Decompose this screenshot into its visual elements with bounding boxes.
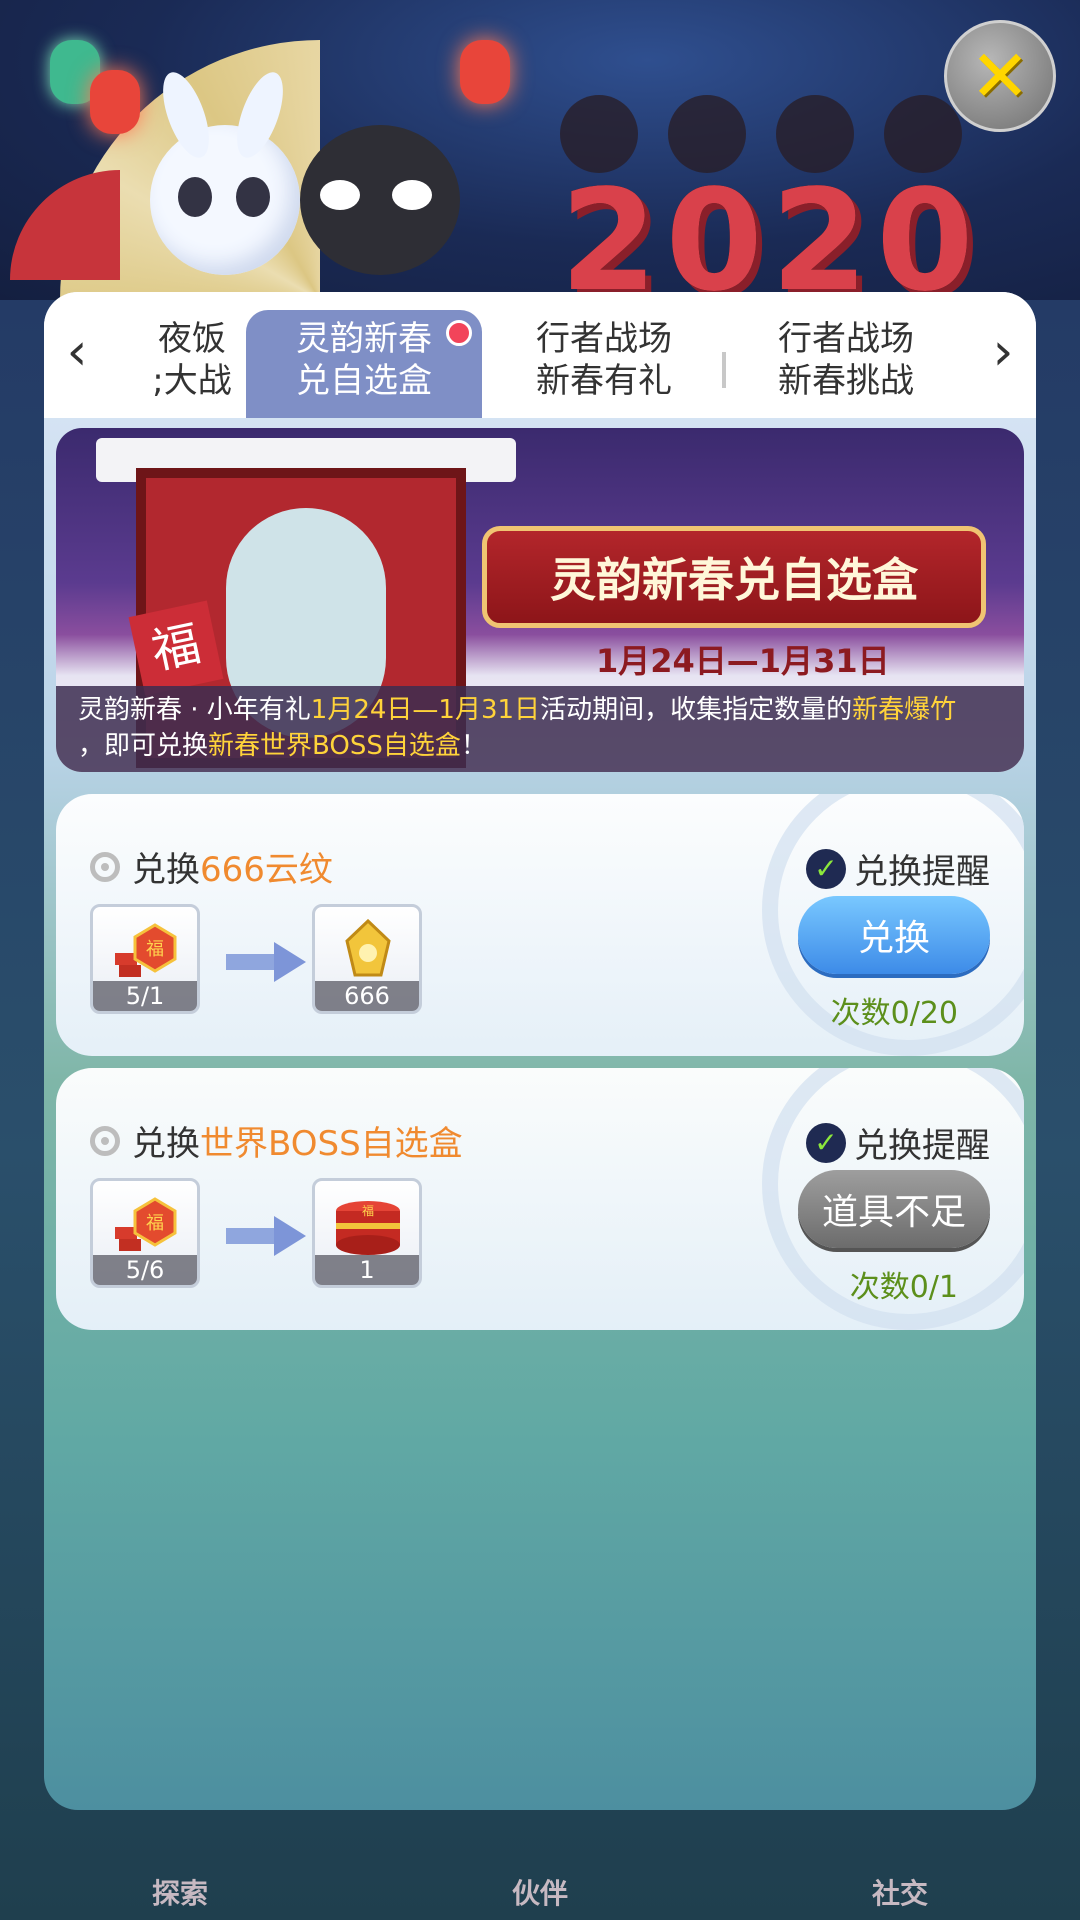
tab-label-line2: 新春挑战 [778, 361, 914, 401]
nav-social[interactable]: 社交 [820, 1872, 980, 1912]
desc-text: ！ [460, 731, 487, 761]
golden-cloud-pattern-icon [345, 919, 391, 977]
event-banner: 福 灵韵新春兑自选盒 1月24日—1月31日 灵韵新春 · 小年有礼1月24日—… [56, 428, 1024, 772]
tab-label-line2: 新春有礼 [536, 361, 672, 401]
cost-item-slot[interactable]: 福 5/6 [90, 1178, 200, 1288]
lantern-icon [90, 70, 140, 134]
banner-description: 灵韵新春 · 小年有礼1月24日—1月31日活动期间，收集指定数量的新春爆竹 ，即… [56, 686, 1024, 772]
tab-battlefield-gift[interactable]: 行者战场 新春有礼 [486, 310, 722, 418]
svg-text:福: 福 [362, 1203, 374, 1218]
exchange-title: 兑换 666云纹 [90, 842, 333, 891]
fu-sign: 福 [128, 600, 224, 696]
desc-text: 灵韵新春 · 小年有礼 [78, 695, 311, 725]
cost-item-slot[interactable]: 福 5/1 [90, 904, 200, 1014]
item-count: 666 [315, 981, 419, 1011]
exchange-reminder-toggle[interactable]: ✓ 兑换提醒 [806, 844, 990, 893]
checkmark-icon: ✓ [806, 1122, 846, 1163]
exchange-times: 次数0/20 [830, 996, 958, 1031]
white-rabbit-mascot [150, 66, 300, 275]
reward-item-slot[interactable]: 666 [312, 904, 422, 1014]
tab-lingyun-exchange[interactable]: 灵韵新春 兑自选盒 [246, 310, 482, 418]
close-button[interactable]: ✕ [944, 20, 1056, 132]
reward-item-slot[interactable]: 福 1 [312, 1178, 422, 1288]
svg-text:福: 福 [146, 939, 164, 960]
banner-title: 灵韵新春兑自选盒 [550, 553, 918, 607]
svg-text:福: 福 [146, 1213, 164, 1234]
exchange-title-item: 世界BOSS自选盒 [200, 1124, 463, 1164]
exchange-title-item: 666云纹 [200, 850, 333, 890]
year-title: 2020 [560, 160, 982, 300]
arrow-right-icon [226, 942, 306, 982]
tab-label-line1: 行者战场 [778, 319, 914, 359]
exchange-times: 次数0/1 [849, 1270, 958, 1305]
exchange-button[interactable]: 兑换 [798, 896, 990, 974]
firecracker-icon: 福 [115, 923, 177, 977]
arrow-right-icon [226, 1216, 306, 1256]
tab-battlefield-challenge[interactable]: 行者战场 新春挑战 [728, 310, 964, 418]
exchange-title: 兑换 世界BOSS自选盒 [90, 1116, 463, 1165]
tab-next-arrow-icon[interactable]: › [978, 322, 1028, 382]
desc-reward: 新春世界BOSS自选盒 [208, 731, 461, 761]
nav-explore[interactable]: 探索 [100, 1872, 260, 1912]
tab-bar: ‹ 夜饭 ;大战 灵韵新春 兑自选盒 行者战场 新春有礼 行者战场 新春挑战 › [44, 292, 1036, 418]
reminder-label: 兑换提醒 [854, 1126, 990, 1166]
desc-text: 活动期间，收集指定数量的 [540, 695, 853, 725]
item-count: 5/6 [93, 1255, 197, 1285]
banner-title-plaque: 灵韵新春兑自选盒 [482, 526, 986, 628]
desc-item: 新春爆竹 [852, 695, 957, 725]
exchange-reminder-toggle[interactable]: ✓ 兑换提醒 [806, 1118, 990, 1167]
item-count: 5/1 [93, 981, 197, 1011]
firecracker-icon: 福 [115, 1197, 177, 1251]
desc-text: ，即可兑换 [78, 731, 209, 761]
boss-gift-box-icon: 福 [336, 1201, 400, 1255]
tab-label-line1: 行者战场 [536, 319, 672, 359]
exchange-card: 兑换 666云纹 福 5/1 666 ✓ 兑换提醒 兑换 次数0/20 [56, 794, 1024, 1056]
bottom-nav: 探索 伙伴 社交 [0, 1810, 1080, 1920]
lantern-icon [460, 40, 510, 104]
tab-label-line2: 兑自选盒 [296, 361, 432, 401]
reminder-label: 兑换提醒 [854, 852, 990, 892]
desc-date: 1月24日—1月31日 [310, 695, 541, 725]
checkmark-icon: ✓ [806, 848, 846, 889]
event-header-art: 2020 [0, 0, 1080, 300]
exchange-title-prefix: 兑换 [132, 850, 200, 890]
black-bird-mascot [300, 125, 460, 275]
tab-separator [722, 352, 726, 388]
item-count: 1 [315, 1255, 419, 1285]
coin-icon [90, 851, 120, 882]
nav-partners[interactable]: 伙伴 [460, 1872, 620, 1912]
banner-date: 1月24日—1月31日 [596, 642, 890, 680]
notification-dot [446, 320, 472, 346]
close-icon: ✕ [969, 34, 1031, 118]
insufficient-items-button[interactable]: 道具不足 [798, 1170, 990, 1248]
coin-icon [90, 1125, 120, 1156]
exchange-title-prefix: 兑换 [132, 1124, 200, 1164]
event-panel: ‹ 夜饭 ;大战 灵韵新春 兑自选盒 行者战场 新春有礼 行者战场 新春挑战 ›… [44, 292, 1036, 1810]
exchange-card: 兑换 世界BOSS自选盒 福 5/6 福 1 ✓ 兑换提醒 道具不足 次数0/1 [56, 1068, 1024, 1330]
